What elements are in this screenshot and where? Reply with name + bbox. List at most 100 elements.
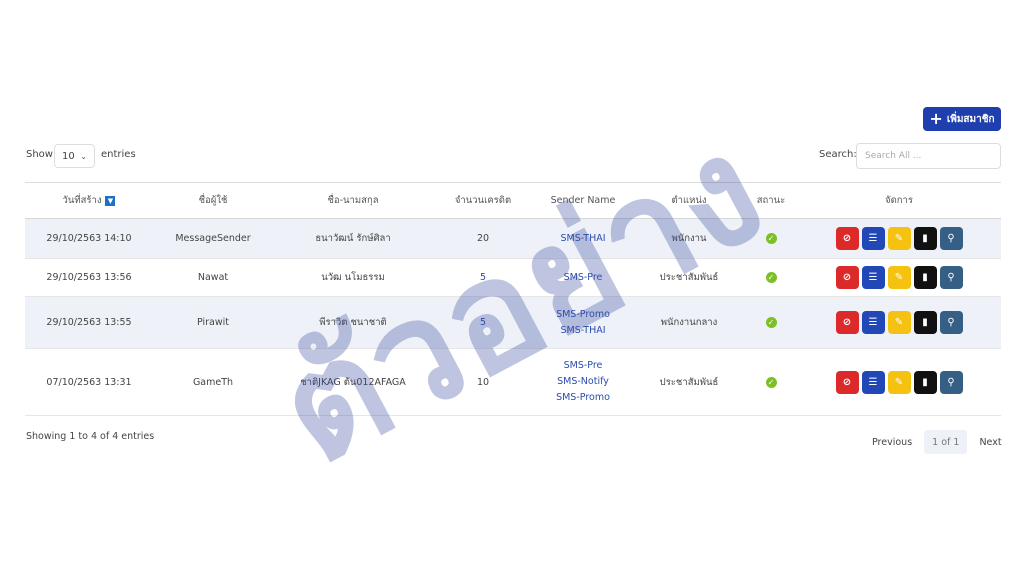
table-row: 29/10/2563 13:55 Pirawit พีราวิต ชนาชาติ… bbox=[25, 297, 1001, 349]
sender-name-link[interactable]: SMS-Promo bbox=[556, 390, 610, 406]
sender-name-link[interactable]: SMS-Pre bbox=[564, 358, 603, 374]
edit-button[interactable]: ✎ bbox=[887, 311, 911, 334]
cell-fullname: พีราวิต ชนาชาติ bbox=[319, 317, 387, 328]
column-header-username[interactable]: ชื่อผู้ใช้ bbox=[153, 183, 273, 218]
reset-password-button[interactable]: ⚲ bbox=[939, 227, 963, 250]
ban-icon: ⊘ bbox=[842, 376, 852, 388]
sender-name-link[interactable]: SMS-THAI bbox=[560, 323, 605, 339]
check-circle-icon: ✓ bbox=[765, 233, 777, 244]
edit-icon: ✎ bbox=[894, 233, 904, 244]
coins-icon: ☰ bbox=[868, 233, 878, 244]
previous-page-button[interactable]: Previous bbox=[866, 430, 918, 454]
edit-icon: ✎ bbox=[894, 376, 904, 388]
trash-icon: ▮ bbox=[922, 272, 928, 283]
trash-icon: ▮ bbox=[922, 317, 928, 328]
cell-fullname: ธนาวัฒน์ รักษ์ศิลา bbox=[315, 233, 391, 244]
cell-credit: 10 bbox=[476, 376, 490, 388]
plus-icon: + bbox=[929, 109, 943, 128]
check-circle-icon: ✓ bbox=[765, 317, 777, 328]
column-header-created[interactable]: วันที่สร้าง ▼ bbox=[25, 183, 153, 218]
credit-button[interactable]: ☰ bbox=[861, 311, 885, 334]
column-header-fullname[interactable]: ชื่อ-นามสกุล bbox=[273, 183, 433, 218]
edit-button[interactable]: ✎ bbox=[887, 370, 911, 394]
cell-actions: ⊘ ☰ ✎ ▮ ⚲ bbox=[797, 297, 1001, 348]
column-header-label: วันที่สร้าง bbox=[62, 195, 102, 206]
cell-username: Nawat bbox=[197, 272, 229, 283]
show-label: Show bbox=[26, 149, 53, 160]
cell-created: 07/10/2563 13:31 bbox=[46, 376, 132, 388]
sort-desc-icon[interactable]: ▼ bbox=[105, 195, 116, 206]
table-row: 29/10/2563 13:56 Nawat นวัฒ นโมธรรม 5 SM… bbox=[25, 259, 1001, 297]
column-header-actions: จัดการ bbox=[885, 195, 913, 206]
suspend-button[interactable]: ⊘ bbox=[835, 266, 859, 289]
cell-status: ✓ bbox=[745, 297, 797, 348]
ban-icon: ⊘ bbox=[842, 272, 852, 283]
cell-fullname: ชาติJKAG ต้น012AFAGA bbox=[300, 376, 406, 388]
check-circle-icon: ✓ bbox=[765, 376, 777, 388]
cell-created: 29/10/2563 14:10 bbox=[46, 233, 132, 244]
delete-button[interactable]: ▮ bbox=[913, 370, 937, 394]
delete-button[interactable]: ▮ bbox=[913, 266, 937, 289]
credit-button[interactable]: ☰ bbox=[861, 370, 885, 394]
reset-password-button[interactable]: ⚲ bbox=[939, 311, 963, 334]
table-row: 07/10/2563 13:31 GameTh ชาติJKAG ต้น012A… bbox=[25, 349, 1001, 416]
coins-icon: ☰ bbox=[868, 317, 878, 328]
cell-fullname: นวัฒ นโมธรรม bbox=[321, 272, 385, 283]
cell-status: ✓ bbox=[745, 349, 797, 415]
suspend-button[interactable]: ⊘ bbox=[835, 370, 859, 394]
column-header-sender-name[interactable]: Sender Name bbox=[533, 183, 633, 218]
check-circle-icon: ✓ bbox=[765, 272, 777, 283]
add-member-button[interactable]: + เพิ่มสมาชิก bbox=[923, 107, 1001, 131]
cell-sender-name: SMS-Pre bbox=[533, 259, 633, 296]
sender-name-link[interactable]: SMS-Notify bbox=[557, 374, 609, 390]
cell-sender-name: SMS-Pre SMS-Notify SMS-Promo bbox=[533, 349, 633, 415]
edit-button[interactable]: ✎ bbox=[887, 266, 911, 289]
credit-value: 5 bbox=[479, 272, 487, 283]
delete-button[interactable]: ▮ bbox=[913, 311, 937, 334]
cell-credit: 5 bbox=[433, 297, 533, 348]
credit-button[interactable]: ☰ bbox=[861, 266, 885, 289]
credit-button[interactable]: ☰ bbox=[861, 227, 885, 250]
search-label: Search: bbox=[819, 149, 857, 160]
column-header-position[interactable]: ตำแหน่ง bbox=[633, 183, 745, 218]
entries-label: entries bbox=[101, 149, 136, 160]
coins-icon: ☰ bbox=[868, 376, 878, 388]
cell-created: 29/10/2563 13:55 bbox=[46, 317, 132, 328]
suspend-button[interactable]: ⊘ bbox=[835, 311, 859, 334]
cell-username: GameTh bbox=[192, 376, 234, 388]
cell-position: ประชาสัมพันธ์ bbox=[659, 272, 719, 283]
sender-name-link[interactable]: SMS-Pre bbox=[564, 270, 603, 286]
chevron-down-icon: ⌄ bbox=[80, 151, 87, 161]
cell-position: ประชาสัมพันธ์ bbox=[659, 376, 719, 388]
current-page: 1 of 1 bbox=[924, 430, 968, 454]
suspend-button[interactable]: ⊘ bbox=[835, 227, 859, 250]
search-input[interactable] bbox=[856, 143, 1001, 169]
entries-length-select[interactable]: 10 ⌄ bbox=[54, 144, 95, 168]
edit-button[interactable]: ✎ bbox=[887, 227, 911, 250]
add-member-label: เพิ่มสมาชิก bbox=[946, 113, 995, 125]
cell-position: พนักงาน bbox=[671, 233, 707, 244]
credit-value: 5 bbox=[479, 317, 487, 328]
cell-status: ✓ bbox=[745, 259, 797, 296]
column-header-status[interactable]: สถานะ bbox=[745, 183, 797, 218]
ban-icon: ⊘ bbox=[842, 233, 852, 244]
cell-actions: ⊘ ☰ ✎ ▮ ⚲ bbox=[797, 349, 1001, 415]
edit-icon: ✎ bbox=[894, 272, 904, 283]
key-icon: ⚲ bbox=[947, 272, 955, 283]
cell-username: Pirawit bbox=[196, 317, 230, 328]
coins-icon: ☰ bbox=[868, 272, 878, 283]
entries-length-value: 10 bbox=[62, 150, 75, 162]
reset-password-button[interactable]: ⚲ bbox=[939, 266, 963, 289]
sender-name-link[interactable]: SMS-THAI bbox=[560, 231, 605, 247]
cell-username: MessageSender bbox=[175, 233, 251, 244]
delete-button[interactable]: ▮ bbox=[913, 227, 937, 250]
cell-sender-name: SMS-THAI bbox=[533, 219, 633, 258]
key-icon: ⚲ bbox=[947, 233, 955, 244]
next-page-button[interactable]: Next bbox=[973, 430, 1007, 454]
sender-name-link[interactable]: SMS-Promo bbox=[556, 307, 610, 323]
cell-sender-name: SMS-Promo SMS-THAI bbox=[533, 297, 633, 348]
cell-actions: ⊘ ☰ ✎ ▮ ⚲ bbox=[797, 259, 1001, 296]
column-header-credit[interactable]: จำนวนเครดิต bbox=[433, 183, 533, 218]
cell-created: 29/10/2563 13:56 bbox=[46, 272, 132, 283]
reset-password-button[interactable]: ⚲ bbox=[939, 370, 963, 394]
